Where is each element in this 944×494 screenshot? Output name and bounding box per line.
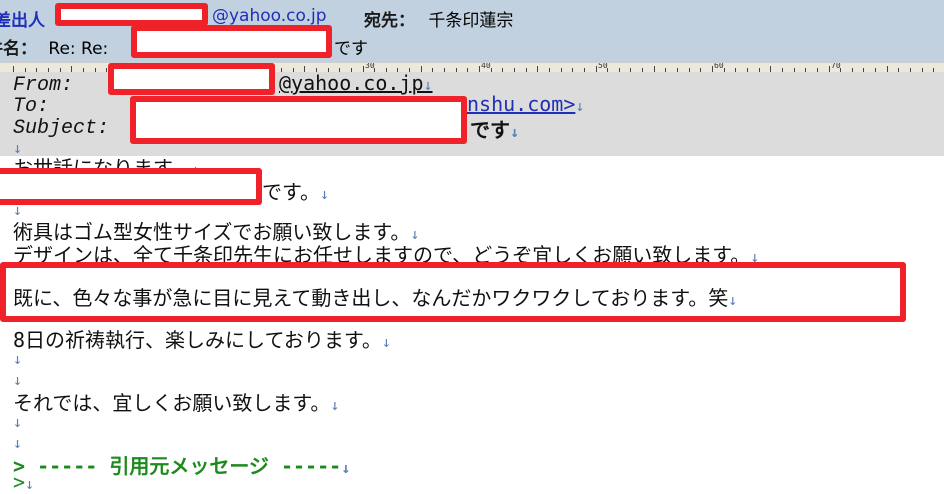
ruler-number: 60 xyxy=(714,62,724,70)
redaction-box xyxy=(130,96,467,144)
from-domain: @yahoo.co.jp xyxy=(279,71,424,95)
ruler-number: 50 xyxy=(598,62,608,70)
subject-label: 件名： xyxy=(0,39,37,59)
message-subject-suffix: です↓ xyxy=(470,114,519,143)
message-subject-label: Subject: xyxy=(13,117,110,140)
newline-icon: ↓ xyxy=(728,291,738,309)
recipient-row: 宛先： 千条印蓮宗 xyxy=(364,6,513,31)
redaction-box xyxy=(0,168,262,205)
body-text: 8日の祈祷執行、楽しみにしております。 xyxy=(13,328,382,352)
body-line-excited: 既に、色々な事が急に目に見えて動き出し、なんだかワクワクしております。笑↓ xyxy=(13,282,737,311)
body-text: それでは、宜しくお願い致します。 xyxy=(13,391,331,415)
body-text: です。 xyxy=(262,180,320,204)
body-line-name: です。↓ xyxy=(262,176,329,205)
to-value: nshu.com>↓ xyxy=(467,92,584,116)
newline-icon: ↓ xyxy=(423,76,433,94)
sender-row: 差出人 xyxy=(0,6,45,31)
to-address-link[interactable]: nshu.com> xyxy=(467,92,575,116)
newline-icon: ↓ xyxy=(320,185,330,203)
quote-mark: > xyxy=(13,470,26,494)
newline-icon: ↓ xyxy=(510,123,520,141)
redaction-box xyxy=(131,25,332,58)
newline-icon: ↓ xyxy=(381,333,391,351)
subject-suffix: です xyxy=(334,39,368,59)
sender-label: 差出人 xyxy=(0,11,45,31)
recipient-value: 千条印蓮宗 xyxy=(428,11,514,31)
sender-domain-link[interactable]: @yahoo.co.jp xyxy=(212,6,327,26)
redaction-box xyxy=(55,3,208,26)
ruler-number: 40 xyxy=(481,62,491,70)
newline-icon: ↓ xyxy=(25,475,35,493)
ruler-number: 30 xyxy=(365,62,375,70)
subject-line: Subject: xyxy=(13,114,109,140)
recipient-label: 宛先： xyxy=(364,11,415,31)
body-line-closing: それでは、宜しくお願い致します。↓ xyxy=(13,387,339,416)
from-domain-link[interactable]: @yahoo.co.jp↓ xyxy=(279,71,433,95)
newline-icon: ↓ xyxy=(330,396,340,414)
body-line-ritual: 8日の祈祷執行、楽しみにしております。↓ xyxy=(13,324,391,353)
subject-prefix: Re: Re: xyxy=(48,39,109,59)
newline-icon: ↓ xyxy=(341,459,351,477)
ruler-number: 70 xyxy=(831,62,841,70)
body-text: 既に、色々な事が急に目に見えて動き出し、なんだかワクワクしております。笑 xyxy=(13,286,729,310)
newline-icon: ↓ xyxy=(575,97,585,115)
subject-row: 件名： Re: Re: xyxy=(0,34,108,59)
quote-separator: > ----- 引用元メッセージ -----↓ xyxy=(13,450,350,479)
quote-line: >↓ xyxy=(13,470,34,494)
quote-text: > ----- 引用元メッセージ ----- xyxy=(13,454,342,478)
redaction-box xyxy=(108,63,275,95)
subject-suffix-text: です xyxy=(470,118,510,142)
